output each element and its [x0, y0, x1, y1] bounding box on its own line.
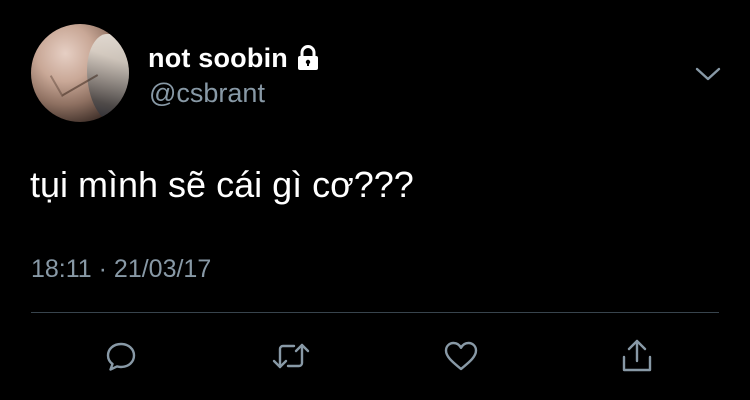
retweet-button[interactable] — [271, 336, 311, 376]
like-button[interactable] — [441, 336, 481, 376]
lock-icon — [296, 45, 320, 71]
chevron-down-icon[interactable] — [694, 64, 722, 84]
share-icon — [622, 339, 652, 372]
user-handle[interactable]: @csbrant — [149, 78, 265, 109]
reply-button[interactable] — [101, 336, 141, 376]
reply-icon — [106, 342, 136, 371]
tweet-card: not soobin @csbrant tụi mình sẽ cái gì c… — [0, 0, 750, 400]
divider — [31, 312, 719, 313]
display-name[interactable]: not soobin — [148, 43, 288, 74]
display-name-row: not soobin — [148, 40, 320, 76]
avatar[interactable] — [31, 24, 129, 122]
tweet-text: tụi mình sẽ cái gì cơ??? — [30, 164, 414, 205]
tweet-timestamp[interactable]: 18:11 · 21/03/17 — [31, 255, 211, 284]
share-button[interactable] — [617, 336, 657, 376]
retweet-icon — [272, 343, 310, 369]
heart-icon — [444, 341, 478, 371]
